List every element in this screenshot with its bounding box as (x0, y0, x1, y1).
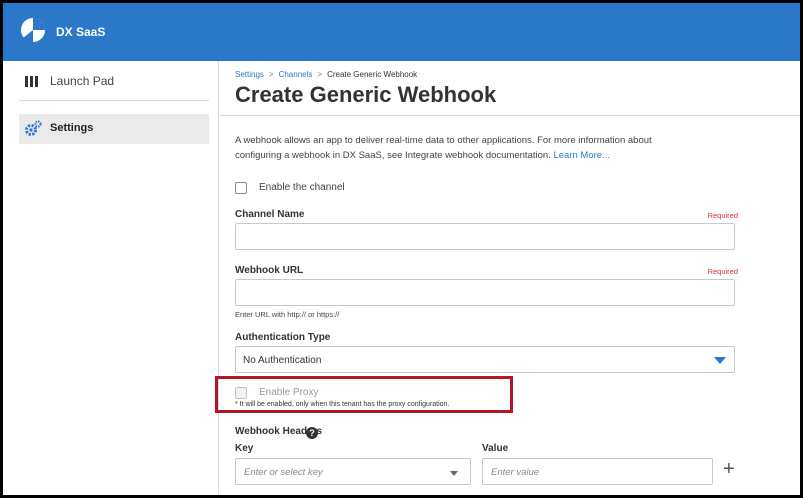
sidebar-item-label: Settings (50, 122, 94, 134)
chevron-down-icon[interactable] (450, 471, 458, 476)
breadcrumb-link-settings[interactable]: Settings (235, 70, 264, 79)
divider (220, 115, 800, 116)
sidebar: Launch Pad Settings (3, 61, 219, 495)
dx-logo-icon[interactable] (20, 17, 46, 43)
auth-type-selected-value: No Authentication (243, 355, 322, 366)
breadcrumb-separator: > (317, 70, 323, 79)
sidebar-item-launch-pad[interactable]: Launch Pad (19, 71, 209, 101)
help-icon[interactable]: ? (306, 427, 318, 439)
channel-name-required: Required (707, 211, 738, 220)
enable-proxy-checkbox (235, 387, 247, 399)
learn-more-link[interactable]: Learn More... (553, 150, 610, 161)
key-label: Key (235, 443, 254, 454)
header-key-placeholder: Enter or select key (244, 467, 323, 478)
page-description: A webhook allows an app to deliver real-… (235, 133, 715, 163)
auth-type-select[interactable]: No Authentication (235, 346, 735, 373)
header-key-select[interactable]: Enter or select key (235, 458, 471, 485)
breadcrumb-separator: > (268, 70, 274, 79)
enable-channel-label[interactable]: Enable the channel (259, 182, 345, 193)
add-header-icon[interactable]: + (723, 457, 735, 481)
header-value-input[interactable]: Enter value (482, 458, 713, 485)
gear-icon (25, 120, 42, 136)
webhook-url-label: Webhook URL (235, 265, 304, 276)
sidebar-item-label: Launch Pad (50, 74, 115, 88)
header-value-placeholder: Enter value (491, 467, 540, 478)
chevron-down-icon[interactable] (714, 357, 726, 364)
description-line-2: configuring a webhook in DX SaaS, see In… (235, 150, 551, 161)
webhook-url-required: Required (707, 267, 738, 276)
breadcrumb-link-channels[interactable]: Channels (279, 70, 313, 79)
webhook-url-input[interactable] (235, 279, 735, 306)
channel-name-input[interactable] (235, 223, 735, 250)
app-title: DX SaaS (56, 25, 106, 39)
value-label: Value (482, 443, 509, 454)
main-content: Settings > Channels > Create Generic Webhook… (215, 61, 800, 495)
channel-name-label: Channel Name (235, 209, 305, 220)
app-window: DX SaaS Launch Pad Settings Settings > Cha… (3, 3, 800, 495)
top-bar: DX SaaS (3, 3, 800, 61)
breadcrumb: Settings > Channels > Create Generic Webhook (235, 70, 417, 79)
breadcrumb-current: Create Generic Webhook (327, 70, 418, 79)
description-line-1: A webhook allows an app to deliver real-… (235, 135, 652, 146)
enable-channel-checkbox[interactable] (235, 182, 247, 194)
enable-proxy-label: Enable Proxy (259, 387, 319, 398)
webhook-url-hint: Enter URL with http:// or https:// (235, 310, 340, 319)
auth-type-label: Authentication Type (235, 332, 331, 343)
launch-pad-icon (25, 76, 38, 87)
sidebar-item-settings[interactable]: Settings (19, 114, 209, 144)
enable-proxy-note: * It will be enabled, only when this ten… (235, 401, 450, 408)
page-title: Create Generic Webhook (235, 82, 497, 107)
